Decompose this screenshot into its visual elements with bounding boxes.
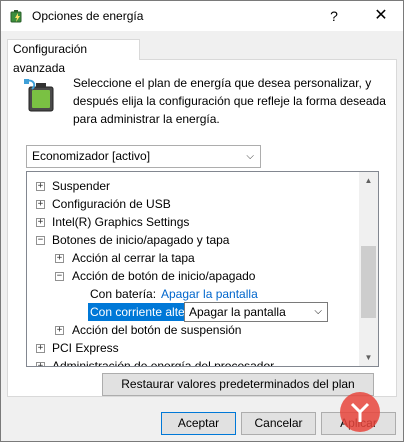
power-plan-dropdown[interactable]: Economizador [activo] ⌵ <box>26 145 261 168</box>
tree-item-label: PCI Express <box>52 341 119 355</box>
plugged-in-action-select[interactable]: Apagar la pantalla ⌵ <box>184 302 328 322</box>
tree-item-intel-graphics[interactable]: + Intel(R) Graphics Settings <box>27 213 357 231</box>
tree-item-lid-close-action[interactable]: + Acción al cerrar la tapa <box>27 249 357 267</box>
collapse-icon[interactable]: − <box>55 272 64 281</box>
tree-item-processor-power[interactable]: + Administración de energía del procesad… <box>27 357 357 367</box>
expand-icon[interactable]: + <box>36 362 45 366</box>
expand-icon[interactable]: + <box>55 326 64 335</box>
tree-item-label: Acción al cerrar la tapa <box>72 251 195 265</box>
plugged-in-action-value: Apagar la pantalla <box>189 305 286 319</box>
on-battery-label: Con batería: <box>90 287 157 301</box>
expand-icon[interactable]: + <box>36 344 45 353</box>
cancel-button[interactable]: Cancelar <box>241 412 316 435</box>
tree-item-label: Acción de botón de inicio/apagado <box>72 269 256 283</box>
tree-item-power-button-action[interactable]: − Acción de botón de inicio/apagado <box>27 267 357 285</box>
restore-defaults-button[interactable]: Restaurar valores predeterminados del pl… <box>102 373 374 396</box>
tree-item-usb[interactable]: + Configuración de USB <box>27 195 357 213</box>
tree-item-label: Intel(R) Graphics Settings <box>52 215 190 229</box>
expand-icon[interactable]: + <box>55 254 64 263</box>
battery-icon <box>24 79 54 112</box>
power-plan-value: Economizador [activo] <box>32 149 151 163</box>
title-bar: Opciones de energía ? ✕ <box>1 1 403 31</box>
tree-item-pci-express[interactable]: + PCI Express <box>27 339 357 357</box>
tree-item-sleep-button-action[interactable]: + Acción del botón de suspensión <box>27 321 357 339</box>
tree-item-label: Acción del botón de suspensión <box>72 323 242 337</box>
tree-item-on-battery: Con batería: Apagar la pantalla <box>27 285 357 303</box>
tree-scrollbar[interactable]: ▲ ▼ <box>359 172 378 366</box>
tab-advanced-settings[interactable]: Configuración avanzada <box>7 39 140 75</box>
settings-tree: + Suspender + Configuración de USB + Int… <box>26 171 379 367</box>
chevron-down-icon: ⌵ <box>314 306 322 317</box>
tree-item-label: Suspender <box>52 179 111 193</box>
tree-item-label: Configuración de USB <box>52 197 171 211</box>
accept-button[interactable]: Aceptar <box>161 412 236 435</box>
apply-button[interactable]: Aplicar <box>321 412 396 435</box>
tree-item-power-buttons[interactable]: − Botones de inicio/apagado y tapa <box>27 231 357 249</box>
tree-item-label: Botones de inicio/apagado y tapa <box>52 233 230 247</box>
on-battery-value-link[interactable]: Apagar la pantalla <box>161 285 258 303</box>
power-plan-icon <box>10 10 22 23</box>
description-text: Seleccione el plan de energía que desea … <box>73 76 386 126</box>
expand-icon[interactable]: + <box>36 200 45 209</box>
help-button[interactable]: ? <box>319 5 349 27</box>
expand-icon[interactable]: + <box>36 182 45 191</box>
power-options-window: Opciones de energía ? ✕ Configuración av… <box>0 0 404 442</box>
tree-item-label: Administración de energía del procesador <box>52 359 275 367</box>
chevron-down-icon: ⌵ <box>246 151 254 162</box>
scroll-down-icon[interactable]: ▼ <box>359 349 378 366</box>
expand-icon[interactable]: + <box>36 218 45 227</box>
scroll-thumb[interactable] <box>361 246 376 318</box>
collapse-icon[interactable]: − <box>36 236 45 245</box>
window-title: Opciones de energía <box>32 9 144 23</box>
close-button[interactable]: ✕ <box>361 5 401 27</box>
scroll-up-icon[interactable]: ▲ <box>359 172 378 189</box>
tree-item-suspender[interactable]: + Suspender <box>27 177 357 195</box>
